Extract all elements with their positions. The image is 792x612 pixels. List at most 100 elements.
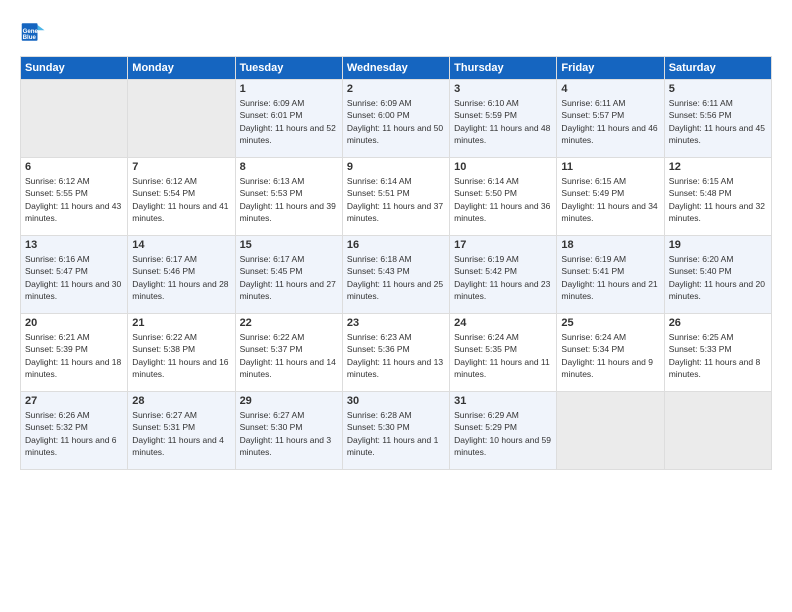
day-number: 3 [454,83,552,95]
day-info: Sunrise: 6:22 AMSunset: 5:37 PMDaylight:… [240,331,338,380]
calendar-cell: 8 Sunrise: 6:13 AMSunset: 5:53 PMDaylight… [235,158,342,236]
weekday-header-tuesday: Tuesday [235,57,342,80]
calendar-cell: 29 Sunrise: 6:27 AMSunset: 5:30 PMDayligh… [235,392,342,470]
day-number: 6 [25,161,123,173]
calendar-cell: 13 Sunrise: 6:16 AMSunset: 5:47 PMDayligh… [21,236,128,314]
day-number: 30 [347,395,445,407]
calendar-cell: 1 Sunrise: 6:09 AMSunset: 6:01 PMDaylight… [235,80,342,158]
calendar-cell: 2 Sunrise: 6:09 AMSunset: 6:00 PMDaylight… [342,80,449,158]
calendar-cell: 17Sunrise: 6:19 AMSunset: 5:42 PMDayligh… [450,236,557,314]
weekday-header-monday: Monday [128,57,235,80]
calendar-cell: 19 Sunrise: 6:20 AMSunset: 5:40 PMDayligh… [664,236,771,314]
calendar-cell: 12 Sunrise: 6:15 AMSunset: 5:48 PMDayligh… [664,158,771,236]
day-info: Sunrise: 6:12 AMSunset: 5:55 PMDaylight:… [25,175,123,224]
calendar-cell: 24 Sunrise: 6:24 AMSunset: 5:35 PMDayligh… [450,314,557,392]
day-info: Sunrise: 6:11 AMSunset: 5:56 PMDaylight:… [669,97,767,146]
calendar-cell: 31 Sunrise: 6:29 AMSunset: 5:29 PMDayligh… [450,392,557,470]
calendar-cell: 30 Sunrise: 6:28 AMSunset: 5:30 PMDayligh… [342,392,449,470]
calendar-cell [128,80,235,158]
calendar-page: General Blue SundayMondayTuesdayWednesda… [0,0,792,612]
day-number: 23 [347,317,445,329]
day-info: Sunrise: 6:26 AMSunset: 5:32 PMDaylight:… [25,409,123,458]
day-info: Sunrise: 6:24 AMSunset: 5:35 PMDaylight:… [454,331,552,380]
calendar-cell: 28 Sunrise: 6:27 AMSunset: 5:31 PMDayligh… [128,392,235,470]
week-row-0: 1 Sunrise: 6:09 AMSunset: 6:01 PMDaylight… [21,80,772,158]
day-number: 19 [669,239,767,251]
logo-icon: General Blue [20,18,48,46]
calendar-cell: 9 Sunrise: 6:14 AMSunset: 5:51 PMDaylight… [342,158,449,236]
calendar-cell [557,392,664,470]
day-number: 31 [454,395,552,407]
day-number: 26 [669,317,767,329]
calendar-cell: 23Sunrise: 6:23 AMSunset: 5:36 PMDayligh… [342,314,449,392]
day-number: 9 [347,161,445,173]
week-row-4: 27 Sunrise: 6:26 AMSunset: 5:32 PMDayligh… [21,392,772,470]
day-info: Sunrise: 6:17 AMSunset: 5:46 PMDaylight:… [132,253,230,302]
calendar-cell: 27 Sunrise: 6:26 AMSunset: 5:32 PMDayligh… [21,392,128,470]
day-info: Sunrise: 6:12 AMSunset: 5:54 PMDaylight:… [132,175,230,224]
weekday-header-thursday: Thursday [450,57,557,80]
day-number: 27 [25,395,123,407]
calendar-cell: 14 Sunrise: 6:17 AMSunset: 5:46 PMDayligh… [128,236,235,314]
day-info: Sunrise: 6:17 AMSunset: 5:45 PMDaylight:… [240,253,338,302]
calendar-cell [664,392,771,470]
day-number: 21 [132,317,230,329]
day-info: Sunrise: 6:21 AMSunset: 5:39 PMDaylight:… [25,331,123,380]
day-number: 25 [561,317,659,329]
day-info: Sunrise: 6:28 AMSunset: 5:30 PMDaylight:… [347,409,445,458]
day-info: Sunrise: 6:16 AMSunset: 5:47 PMDaylight:… [25,253,123,302]
day-number: 14 [132,239,230,251]
day-number: 16 [347,239,445,251]
calendar-cell: 10Sunrise: 6:14 AMSunset: 5:50 PMDayligh… [450,158,557,236]
calendar-cell: 15 Sunrise: 6:17 AMSunset: 5:45 PMDayligh… [235,236,342,314]
day-info: Sunrise: 6:24 AMSunset: 5:34 PMDaylight:… [561,331,659,380]
day-number: 2 [347,83,445,95]
day-info: Sunrise: 6:19 AMSunset: 5:42 PMDaylight:… [454,253,552,302]
day-number: 8 [240,161,338,173]
day-number: 12 [669,161,767,173]
calendar-cell: 21 Sunrise: 6:22 AMSunset: 5:38 PMDayligh… [128,314,235,392]
day-number: 1 [240,83,338,95]
week-row-2: 13 Sunrise: 6:16 AMSunset: 5:47 PMDayligh… [21,236,772,314]
day-number: 18 [561,239,659,251]
calendar-cell: 25 Sunrise: 6:24 AMSunset: 5:34 PMDayligh… [557,314,664,392]
day-number: 28 [132,395,230,407]
day-info: Sunrise: 6:25 AMSunset: 5:33 PMDaylight:… [669,331,767,380]
day-number: 7 [132,161,230,173]
calendar-cell: 26 Sunrise: 6:25 AMSunset: 5:33 PMDayligh… [664,314,771,392]
day-info: Sunrise: 6:09 AMSunset: 6:00 PMDaylight:… [347,97,445,146]
logo: General Blue [20,18,52,46]
day-number: 4 [561,83,659,95]
day-info: Sunrise: 6:29 AMSunset: 5:29 PMDaylight:… [454,409,552,458]
day-info: Sunrise: 6:22 AMSunset: 5:38 PMDaylight:… [132,331,230,380]
calendar-table: SundayMondayTuesdayWednesdayThursdayFrid… [20,56,772,470]
day-number: 10 [454,161,552,173]
calendar-cell: 3Sunrise: 6:10 AMSunset: 5:59 PMDaylight… [450,80,557,158]
day-number: 29 [240,395,338,407]
svg-text:Blue: Blue [23,34,37,41]
day-info: Sunrise: 6:20 AMSunset: 5:40 PMDaylight:… [669,253,767,302]
day-number: 11 [561,161,659,173]
day-info: Sunrise: 6:27 AMSunset: 5:30 PMDaylight:… [240,409,338,458]
day-info: Sunrise: 6:27 AMSunset: 5:31 PMDaylight:… [132,409,230,458]
day-info: Sunrise: 6:13 AMSunset: 5:53 PMDaylight:… [240,175,338,224]
calendar-cell [21,80,128,158]
day-number: 20 [25,317,123,329]
day-info: Sunrise: 6:11 AMSunset: 5:57 PMDaylight:… [561,97,659,146]
calendar-cell: 4 Sunrise: 6:11 AMSunset: 5:57 PMDaylight… [557,80,664,158]
day-info: Sunrise: 6:14 AMSunset: 5:51 PMDaylight:… [347,175,445,224]
calendar-cell: 11Sunrise: 6:15 AMSunset: 5:49 PMDayligh… [557,158,664,236]
weekday-header-friday: Friday [557,57,664,80]
day-number: 24 [454,317,552,329]
day-number: 15 [240,239,338,251]
calendar-cell: 18 Sunrise: 6:19 AMSunset: 5:41 PMDayligh… [557,236,664,314]
calendar-cell: 6 Sunrise: 6:12 AMSunset: 5:55 PMDaylight… [21,158,128,236]
day-info: Sunrise: 6:15 AMSunset: 5:48 PMDaylight:… [669,175,767,224]
weekday-header-saturday: Saturday [664,57,771,80]
weekday-header-sunday: Sunday [21,57,128,80]
day-info: Sunrise: 6:09 AMSunset: 6:01 PMDaylight:… [240,97,338,146]
calendar-cell: 20 Sunrise: 6:21 AMSunset: 5:39 PMDayligh… [21,314,128,392]
week-row-3: 20 Sunrise: 6:21 AMSunset: 5:39 PMDayligh… [21,314,772,392]
day-number: 13 [25,239,123,251]
day-info: Sunrise: 6:19 AMSunset: 5:41 PMDaylight:… [561,253,659,302]
